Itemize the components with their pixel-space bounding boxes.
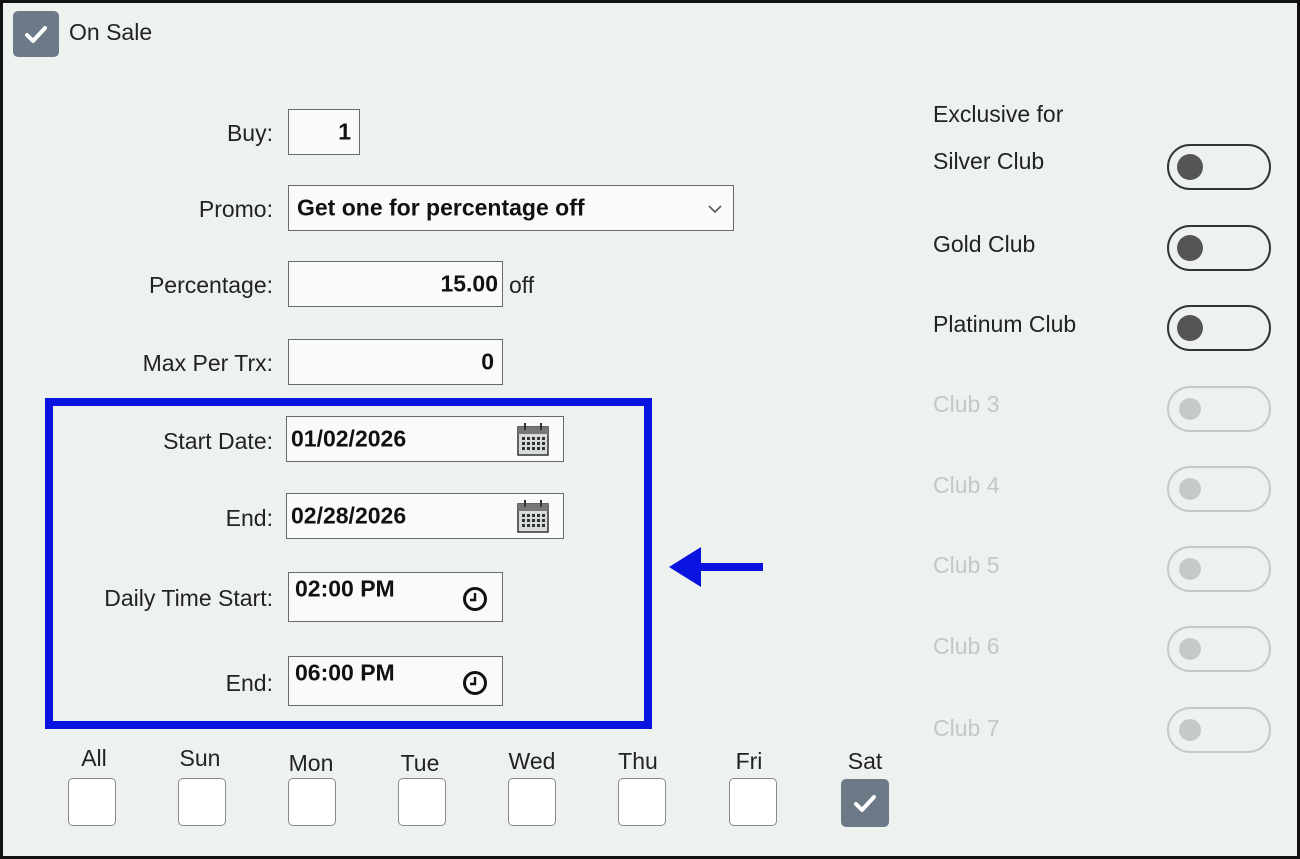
max-per-trx-label: Max Per Trx: [142,350,273,376]
club-label-club-6: Club 6 [933,633,1000,659]
toggle-club-7[interactable] [1167,707,1271,753]
toggle-knob [1179,558,1201,580]
day-label-fri: Fri [735,748,763,774]
start-date-value: 01/02/2026 [291,425,407,452]
toggle-knob [1177,315,1203,341]
percentage-value: 15.00 [440,270,498,297]
annotation-arrow-icon [669,547,763,587]
start-date-input[interactable]: 01/02/2026 [286,416,564,462]
daily-time-end-label: End: [225,670,273,696]
club-label-club-7: Club 7 [933,715,1000,741]
day-label-mon: Mon [288,750,334,776]
end-date-label: End: [225,505,273,531]
daily-time-start-value: 02:00 PM [295,575,395,602]
day-label-all: All [81,745,107,771]
buy-input[interactable]: 1 [288,109,360,155]
promo-label: Promo: [198,196,273,222]
daily-time-start-label: Daily Time Start: [104,585,273,611]
buy-value: 1 [338,118,351,145]
toggle-gold-club[interactable] [1167,225,1271,271]
club-label-club-5: Club 5 [933,552,1000,578]
club-label-silver: Silver Club [933,148,1045,174]
promotion-panel: On Sale Buy: 1 Promo: Get one for percen… [0,0,1300,859]
chevron-down-icon [708,205,722,214]
toggle-knob [1177,154,1203,180]
toggle-knob [1179,638,1201,660]
calendar-icon[interactable] [516,421,550,457]
toggle-club-3[interactable] [1167,386,1271,432]
club-label-club-3: Club 3 [933,391,1000,417]
max-per-trx-value: 0 [481,348,494,375]
promo-select[interactable]: Get one for percentage off [288,185,734,231]
day-checkbox-wed[interactable] [508,778,556,826]
day-checkbox-tue[interactable] [398,778,446,826]
percentage-input[interactable]: 15.00 [288,261,503,307]
end-date-value: 02/28/2026 [291,502,407,529]
start-date-label: Start Date: [163,428,273,454]
buy-label: Buy: [226,120,273,146]
end-date-input[interactable]: 02/28/2026 [286,493,564,539]
toggle-club-6[interactable] [1167,626,1271,672]
day-checkbox-sun[interactable] [178,778,226,826]
day-checkbox-all[interactable] [68,778,116,826]
exclusive-heading: Exclusive for [933,101,1064,127]
daily-time-start-input[interactable]: 02:00 PM [288,572,503,622]
club-label-platinum: Platinum Club [933,311,1077,337]
day-checkbox-mon[interactable] [288,778,336,826]
toggle-club-5[interactable] [1167,546,1271,592]
clock-icon[interactable] [461,669,489,697]
promo-value: Get one for percentage off [297,194,585,221]
percentage-label: Percentage: [148,272,273,298]
day-checkbox-thu[interactable] [618,778,666,826]
day-label-tue: Tue [400,750,440,776]
calendar-icon[interactable] [516,498,550,534]
toggle-silver-club[interactable] [1167,144,1271,190]
daily-time-end-input[interactable]: 06:00 PM [288,656,503,706]
check-icon [854,795,876,812]
on-sale-checkbox[interactable] [13,11,59,57]
toggle-knob [1179,478,1201,500]
day-label-wed: Wed [508,748,556,774]
club-label-club-4: Club 4 [933,472,1000,498]
toggle-platinum-club[interactable] [1167,305,1271,351]
day-label-sun: Sun [179,745,221,771]
toggle-club-4[interactable] [1167,466,1271,512]
day-checkbox-sat[interactable] [841,779,889,827]
max-per-trx-input[interactable]: 0 [288,339,503,385]
toggle-knob [1177,235,1203,261]
check-icon [25,26,47,43]
percentage-suffix: off [509,272,535,298]
day-label-sat: Sat [847,748,883,774]
day-checkbox-fri[interactable] [729,778,777,826]
daily-time-end-value: 06:00 PM [295,659,395,686]
day-label-thu: Thu [618,748,658,774]
toggle-knob [1179,719,1201,741]
clock-icon[interactable] [461,585,489,613]
toggle-knob [1179,398,1201,420]
on-sale-label: On Sale [69,19,153,45]
club-label-gold: Gold Club [933,231,1036,257]
